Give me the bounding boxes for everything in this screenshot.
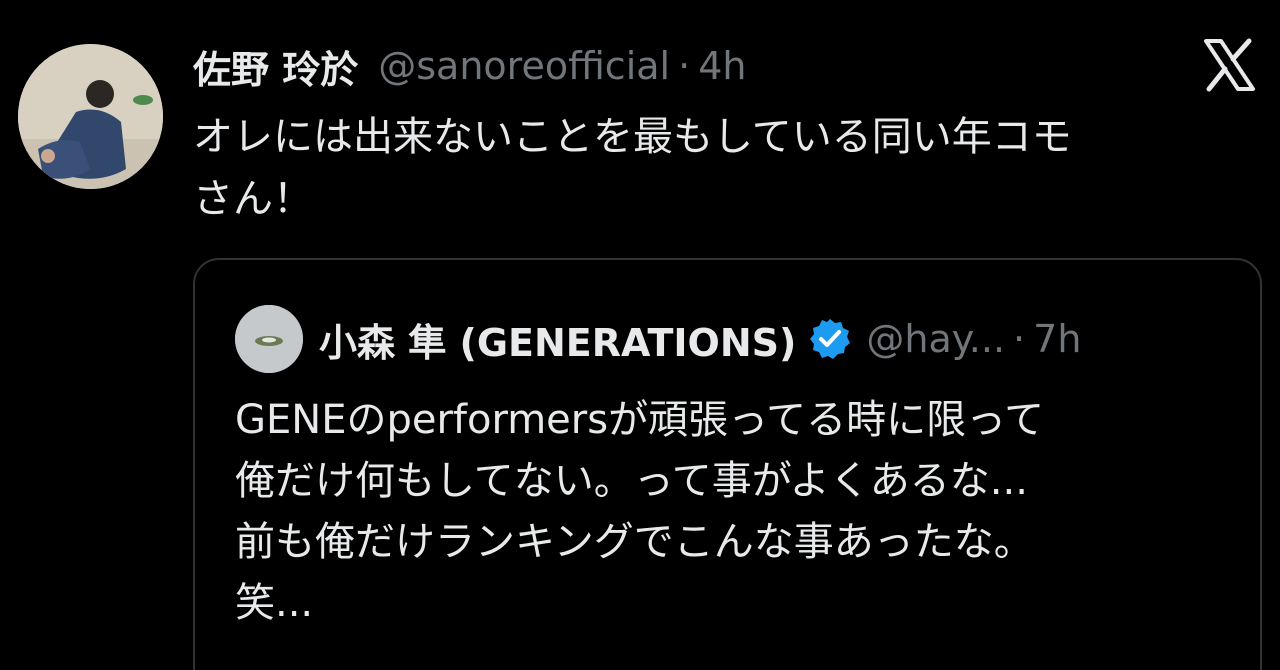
post-header: 佐野 玲於 @sanoreofficial · 4h (193, 38, 746, 94)
quote-avatar-image (235, 305, 303, 373)
separator-dot: · (678, 44, 691, 88)
post-card: 佐野 玲於 @sanoreofficial · 4h オレには出来ないことを最も… (0, 0, 1280, 670)
quote-header: 小森 隼 (GENERATIONS) @hay... · 7h (319, 310, 1081, 368)
quote-text: GENEのperformersが頑張ってる時に限って 俺だけ何もしてない。って事… (235, 390, 1235, 634)
quote-display-name[interactable]: 小森 隼 (GENERATIONS) (319, 312, 796, 367)
quote-separator-dot: · (1013, 317, 1026, 361)
verified-badge-icon (808, 317, 852, 361)
quote-time[interactable]: 7h (1033, 317, 1081, 361)
post-text-line: さん！ (193, 176, 313, 222)
avatar-image (18, 44, 163, 189)
avatar[interactable] (18, 44, 163, 189)
x-logo-icon (1200, 36, 1258, 94)
quote-username-handle[interactable]: @hay... (866, 317, 1005, 361)
username-handle[interactable]: @sanoreofficial (378, 44, 670, 88)
display-name[interactable]: 佐野 玲於 (193, 39, 358, 94)
quote-text-line: 前も俺だけランキングでこんな事あったな。 (235, 519, 1034, 565)
post-time[interactable]: 4h (698, 44, 746, 88)
post-text: オレには出来ないことを最もしている同い年コモ さん！ (193, 106, 1243, 230)
quoted-post[interactable]: 小森 隼 (GENERATIONS) @hay... · 7h GENEのper… (193, 258, 1262, 670)
quote-text-line: 俺だけ何もしてない。って事がよくあるな... (235, 458, 1028, 504)
quote-text-line: 笑... (235, 580, 314, 626)
quote-avatar[interactable] (235, 305, 303, 373)
quote-text-line: GENEのperformersが頑張ってる時に限って (235, 397, 1045, 443)
post-text-line: オレには出来ないことを最もしている同い年コモ (193, 114, 1072, 160)
